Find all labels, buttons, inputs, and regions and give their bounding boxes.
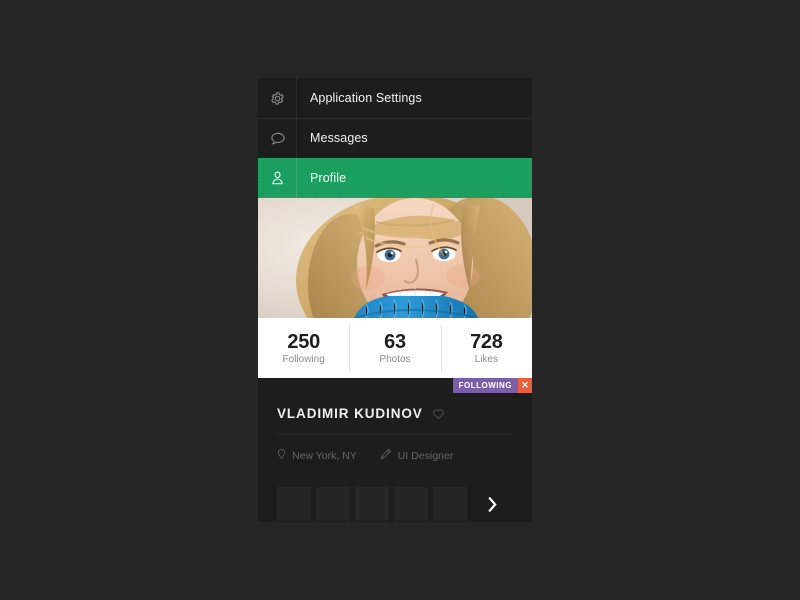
gear-icon xyxy=(258,78,297,118)
stat-value: 250 xyxy=(287,330,320,353)
stat-label: Following xyxy=(282,353,325,365)
profile-card: Application Settings Messages Profile 25… xyxy=(258,78,532,522)
stat-following[interactable]: 250 Following xyxy=(258,330,349,365)
identity-section: VLADIMIR KUDINOV New York, NY UI Designe… xyxy=(258,393,532,465)
user-icon xyxy=(258,158,297,198)
menu-item-application-settings[interactable]: Application Settings xyxy=(258,78,532,118)
pen-tool-icon xyxy=(379,447,392,465)
menu-item-label: Messages xyxy=(310,130,368,145)
gallery-thumbnail[interactable] xyxy=(316,487,350,521)
following-badge-label: FOLLOWING xyxy=(452,378,518,393)
unfollow-close-icon[interactable]: ✕ xyxy=(518,378,532,393)
stat-photos[interactable]: 63 Photos xyxy=(349,324,440,372)
meta-location-text: New York, NY xyxy=(292,449,357,462)
thumbnail-gallery xyxy=(258,487,532,521)
gallery-thumbnail[interactable] xyxy=(277,487,311,521)
stat-value: 728 xyxy=(470,330,503,353)
gallery-thumbnail[interactable] xyxy=(355,487,389,521)
stat-label: Likes xyxy=(474,353,498,365)
meta-location: New York, NY xyxy=(277,447,357,465)
profile-name: VLADIMIR KUDINOV xyxy=(277,406,423,422)
stat-likes[interactable]: 728 Likes xyxy=(440,324,532,372)
meta-occupation: UI Designer xyxy=(379,447,453,465)
chevron-right-icon[interactable] xyxy=(483,487,501,521)
heart-icon[interactable] xyxy=(432,408,445,420)
speech-bubble-icon xyxy=(258,118,297,158)
stats-bar: 250 Following 63 Photos 728 Likes xyxy=(258,318,532,378)
menu-item-messages[interactable]: Messages xyxy=(258,118,532,158)
following-badge[interactable]: FOLLOWING ✕ xyxy=(452,378,532,393)
menu-item-label: Application Settings xyxy=(310,90,422,105)
navigation-menu: Application Settings Messages Profile xyxy=(258,78,532,198)
menu-item-label: Profile xyxy=(310,170,347,185)
meta-occupation-text: UI Designer xyxy=(397,449,454,462)
screen: Application Settings Messages Profile 25… xyxy=(0,0,800,600)
meta-row: New York, NY UI Designer xyxy=(277,447,513,465)
location-pin-icon xyxy=(277,447,286,465)
gallery-thumbnail[interactable] xyxy=(433,487,467,521)
stat-label: Photos xyxy=(379,353,411,365)
name-row: VLADIMIR KUDINOV xyxy=(277,405,513,423)
stat-value: 63 xyxy=(384,330,406,353)
menu-item-profile[interactable]: Profile xyxy=(258,158,532,198)
gallery-thumbnail[interactable] xyxy=(394,487,428,521)
divider xyxy=(277,434,513,435)
follow-badge-row: FOLLOWING ✕ xyxy=(258,378,532,393)
profile-photo xyxy=(258,198,532,318)
